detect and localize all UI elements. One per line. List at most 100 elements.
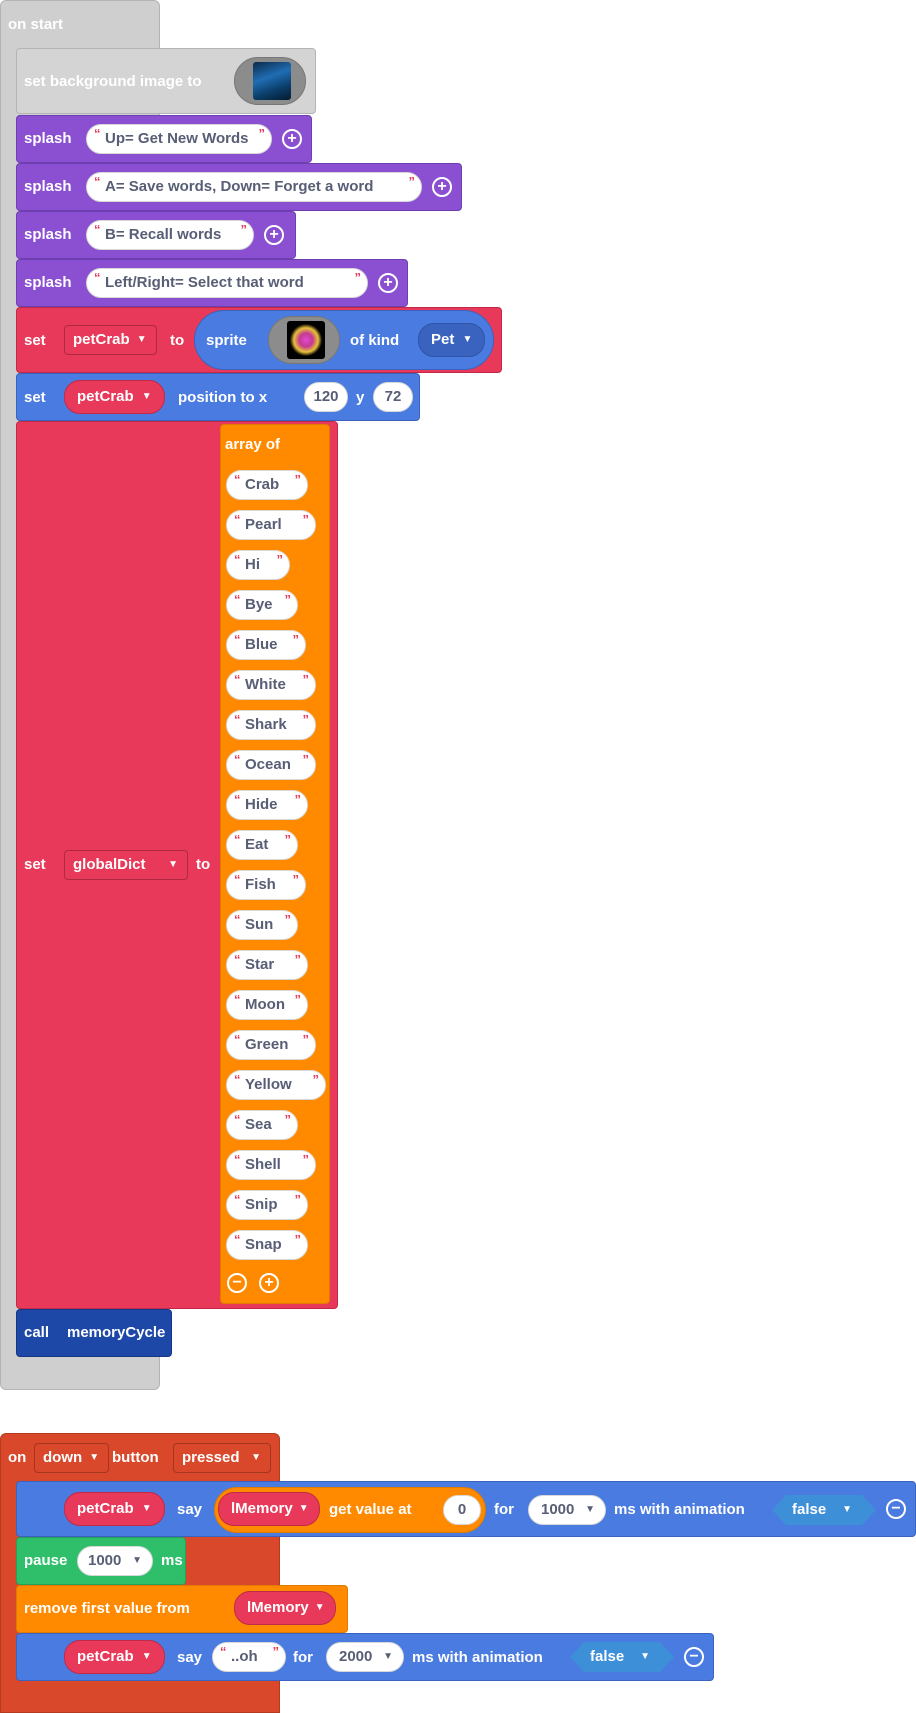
button-name-label: down (43, 1449, 83, 1466)
word-item[interactable]: Eat (226, 826, 298, 860)
background-image-picker[interactable] (234, 57, 306, 105)
animation-boolean-1[interactable]: false ▼ (772, 1495, 876, 1525)
button-label: button (112, 1449, 159, 1466)
call-label: call (24, 1324, 50, 1341)
word-item[interactable]: Hi (226, 546, 290, 580)
pet-variable-dropdown[interactable]: petCrab ▼ (64, 325, 157, 355)
pet-variable-pill[interactable]: petCrab ▼ (64, 1640, 165, 1674)
dropdown-caret-icon: ▼ (585, 1504, 595, 1515)
pause-ms-value: 1000 (88, 1552, 122, 1569)
word-item[interactable]: White (226, 666, 316, 700)
set-label: set (24, 389, 46, 406)
remove-circle-icon[interactable]: − (886, 1499, 906, 1519)
splash-text-1[interactable]: Up= Get New Words (86, 120, 272, 154)
memory-variable-pill[interactable]: lMemory ▼ (234, 1591, 336, 1625)
dropdown-caret-icon: ▼ (136, 334, 147, 345)
ms-anim-label: ms with animation (614, 1501, 745, 1518)
animation-value-1: false (792, 1501, 827, 1518)
memory-variable-label: lMemory (231, 1500, 293, 1517)
dropdown-caret-icon: ▼ (132, 1555, 142, 1566)
add-circle-icon[interactable]: + (432, 177, 452, 197)
word-item[interactable]: Shark (226, 706, 316, 740)
remove-circle-icon[interactable]: − (227, 1273, 247, 1293)
splash-text-2[interactable]: A= Save words, Down= Forget a word (86, 168, 422, 202)
x-input[interactable]: 120 (304, 382, 348, 412)
say-label: say (177, 1501, 203, 1518)
dropdown-caret-icon: ▼ (383, 1651, 393, 1662)
word-item[interactable]: Green (226, 1026, 316, 1060)
set-label: set (24, 856, 46, 873)
pet-variable-label: petCrab (77, 1500, 134, 1517)
to-label: to (170, 332, 185, 349)
add-circle-icon[interactable]: + (259, 1273, 279, 1293)
ms-label: ms (161, 1552, 183, 1569)
sprite-image-picker[interactable] (268, 316, 340, 364)
dropdown-caret-icon: ▼ (168, 859, 178, 870)
word-item[interactable]: Yellow (226, 1066, 326, 1100)
remove-label: remove first value from (24, 1600, 190, 1617)
pause-label: pause (24, 1552, 68, 1569)
word-item[interactable]: Snap (226, 1226, 308, 1260)
y-input[interactable]: 72 (373, 382, 413, 412)
word-item[interactable]: Crab (226, 466, 308, 500)
dropdown-caret-icon: ▼ (298, 1503, 309, 1514)
dict-variable-dropdown[interactable]: globalDict ▼ (64, 850, 188, 880)
dropdown-caret-icon: ▼ (141, 1503, 152, 1514)
event-label: pressed (182, 1449, 240, 1466)
word-item[interactable]: Fish (226, 866, 306, 900)
event-dropdown[interactable]: pressed ▼ (173, 1443, 271, 1473)
add-circle-icon[interactable]: + (378, 273, 398, 293)
kind-dropdown[interactable]: Pet ▼ (418, 323, 486, 357)
word-item[interactable]: Blue (226, 626, 306, 660)
add-circle-icon[interactable]: + (264, 225, 284, 245)
dropdown-caret-icon: ▼ (314, 1602, 325, 1613)
word-item[interactable]: Sea (226, 1106, 298, 1140)
splash-label-3: splash (24, 226, 72, 243)
dropdown-caret-icon: ▼ (251, 1452, 261, 1463)
on-label: on (8, 1449, 27, 1466)
on-start-label: on start (8, 16, 64, 33)
set-background-label: set background image to (24, 73, 202, 90)
word-item[interactable]: Sun (226, 906, 298, 940)
add-circle-icon[interactable]: + (282, 129, 302, 149)
dropdown-caret-icon: ▼ (89, 1452, 100, 1463)
word-item[interactable]: Hide (226, 786, 308, 820)
array-of-label: array of (225, 436, 281, 453)
word-item[interactable]: Bye (226, 586, 298, 620)
pause-ms-dropdown[interactable]: 1000 ▼ (77, 1546, 153, 1576)
say-label: say (177, 1649, 203, 1666)
splash-label-1: splash (24, 130, 72, 147)
pet-variable-pill[interactable]: petCrab ▼ (64, 1492, 165, 1526)
word-item[interactable]: Snip (226, 1186, 308, 1220)
ms-dropdown-2[interactable]: 2000 ▼ (326, 1642, 404, 1672)
memory-variable-pill[interactable]: lMemory ▼ (218, 1492, 320, 1526)
word-item[interactable]: Shell (226, 1146, 316, 1180)
index-input[interactable]: 0 (443, 1495, 481, 1525)
splash-text-4[interactable]: Left/Right= Select that word (86, 264, 368, 298)
ms-value-2: 2000 (339, 1648, 373, 1665)
word-item[interactable]: Ocean (226, 746, 316, 780)
to-label: to (196, 856, 211, 873)
word-item[interactable]: Star (226, 946, 308, 980)
for-label: for (494, 1501, 514, 1518)
kind-label: Pet (431, 331, 455, 348)
button-name-dropdown[interactable]: down ▼ (34, 1443, 110, 1473)
pet-variable-pill[interactable]: petCrab ▼ (64, 380, 165, 414)
dropdown-caret-icon: ▼ (462, 334, 473, 345)
dict-variable-label: globalDict (73, 856, 146, 873)
image-thumbnail-icon (253, 62, 291, 100)
for-label: for (293, 1649, 313, 1666)
word-item[interactable]: Moon (226, 986, 308, 1020)
ms-value-1: 1000 (541, 1501, 575, 1518)
ms-dropdown-1[interactable]: 1000 ▼ (528, 1495, 606, 1525)
remove-circle-icon[interactable]: − (684, 1647, 704, 1667)
word-item[interactable]: Pearl (226, 506, 316, 540)
y-label: y (356, 389, 365, 406)
set-label: set (24, 332, 46, 349)
say-text-input[interactable]: ..oh (212, 1638, 286, 1672)
splash-text-3[interactable]: B= Recall words (86, 216, 254, 250)
animation-boolean-2[interactable]: false ▼ (570, 1642, 674, 1672)
splash-label-2: splash (24, 178, 72, 195)
animation-value-2: false (590, 1648, 625, 1665)
get-value-label: get value at (329, 1501, 412, 1518)
